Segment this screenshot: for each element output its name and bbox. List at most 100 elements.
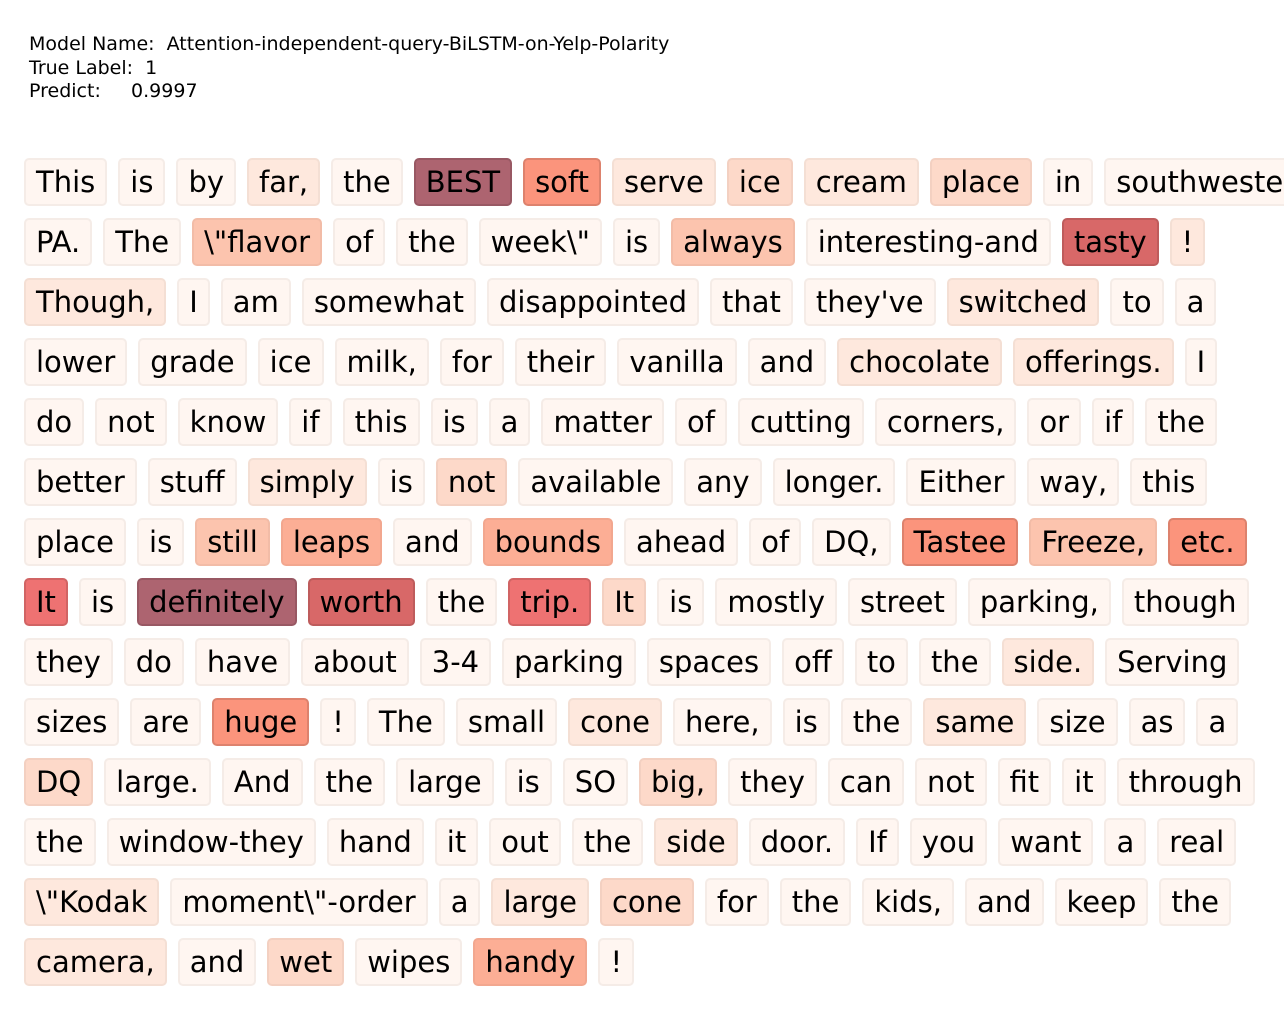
word-token: for xyxy=(439,338,504,386)
word-token: sizes xyxy=(24,698,120,746)
word-token: cone xyxy=(599,878,694,926)
word-token: I xyxy=(1184,338,1218,386)
word-token: milk, xyxy=(334,338,429,386)
word-token: This xyxy=(24,158,108,206)
word-token: they xyxy=(24,638,113,686)
model-name-value: Attention-independent-query-BiLSTM-on-Ye… xyxy=(166,33,670,55)
word-token: vanilla xyxy=(617,338,737,386)
word-token: is xyxy=(137,518,185,566)
word-token: If xyxy=(856,818,899,866)
word-token: trip. xyxy=(508,578,592,626)
word-token: in xyxy=(1042,158,1094,206)
word-token: off xyxy=(782,638,844,686)
word-token: is xyxy=(377,458,425,506)
word-token: for xyxy=(704,878,769,926)
word-token: of xyxy=(333,218,386,266)
word-token: and xyxy=(393,518,472,566)
word-token: BEST xyxy=(413,158,513,206)
word-token: keep xyxy=(1054,878,1149,926)
word-token: fit xyxy=(997,758,1052,806)
word-token: their xyxy=(514,338,607,386)
word-token: they've xyxy=(803,278,936,326)
word-token: place xyxy=(24,518,127,566)
word-token: DQ xyxy=(24,758,94,806)
word-token: The xyxy=(366,698,445,746)
word-token: size xyxy=(1037,698,1118,746)
word-token: to xyxy=(1110,278,1164,326)
word-token: mostly xyxy=(715,578,838,626)
word-token: moment\"-order xyxy=(170,878,428,926)
word-token: can xyxy=(827,758,904,806)
word-token: not xyxy=(435,458,508,506)
word-token: definitely xyxy=(137,578,297,626)
word-token: far, xyxy=(247,158,321,206)
word-token: Freeze, xyxy=(1029,518,1158,566)
word-token: offerings. xyxy=(1012,338,1174,386)
word-token: soft xyxy=(523,158,601,206)
text-line: place is still leaps and bounds ahead of DQ, Tast… xyxy=(24,518,1276,566)
word-token: 3-4 xyxy=(419,638,492,686)
word-token: matter xyxy=(541,398,664,446)
word-token: bounds xyxy=(482,518,614,566)
word-token: big, xyxy=(639,758,718,806)
word-token: street xyxy=(848,578,957,626)
word-token: about xyxy=(301,638,409,686)
word-token: a xyxy=(1174,278,1217,326)
word-token: the xyxy=(1159,878,1231,926)
text-line: camera, and wet wipes handy! xyxy=(24,938,1276,986)
word-token: etc. xyxy=(1168,518,1247,566)
word-token: the xyxy=(1145,398,1217,446)
word-token: am xyxy=(220,278,291,326)
word-token: wipes xyxy=(355,938,463,986)
text-line: do not know if this is a matter of cutting corners… xyxy=(24,398,1276,446)
model-name-row: Model Name: Attention-independent-query-… xyxy=(29,33,669,57)
word-token: real xyxy=(1157,818,1237,866)
word-token: disappointed xyxy=(487,278,699,326)
word-token: as xyxy=(1128,698,1186,746)
word-token: the xyxy=(24,818,96,866)
word-token: not xyxy=(95,398,167,446)
word-token: stuff xyxy=(147,458,237,506)
text-line: It is definitely worth the trip. It is mostly str… xyxy=(24,578,1276,626)
word-token: a xyxy=(438,878,481,926)
text-line: the window-they hand it out the side door. If you… xyxy=(24,818,1276,866)
word-token: know xyxy=(177,398,279,446)
word-token: any xyxy=(684,458,762,506)
word-token: and xyxy=(747,338,827,386)
word-token: a xyxy=(1196,698,1239,746)
predict-row: Predict: 0.9997 xyxy=(29,80,669,104)
word-token: they xyxy=(728,758,817,806)
word-token: that xyxy=(709,278,793,326)
word-token: It xyxy=(602,578,647,626)
word-token: though xyxy=(1121,578,1249,626)
text-line: lower grade ice milk, for their vanilla and choc… xyxy=(24,338,1276,386)
word-token: always xyxy=(671,218,795,266)
word-token: week\" xyxy=(478,218,602,266)
word-token: is xyxy=(782,698,830,746)
word-token: side. xyxy=(1001,638,1095,686)
word-token: ! xyxy=(598,938,635,986)
word-token: and xyxy=(964,878,1044,926)
word-token: ! xyxy=(320,698,356,746)
word-token: the xyxy=(313,758,386,806)
word-token: grade xyxy=(138,338,247,386)
word-token: have xyxy=(194,638,291,686)
word-token: this xyxy=(1130,458,1208,506)
word-token: is xyxy=(504,758,552,806)
word-token: are xyxy=(130,698,202,746)
word-token: camera, xyxy=(24,938,167,986)
word-token: out xyxy=(489,818,561,866)
word-token: the xyxy=(779,878,852,926)
text-line: DQ large. And the large is SO big, they can not fit… xyxy=(24,758,1276,806)
word-token: longer. xyxy=(772,458,896,506)
word-token: the xyxy=(425,578,498,626)
word-token: a xyxy=(1104,818,1147,866)
word-token: door. xyxy=(748,818,846,866)
word-token: parking, xyxy=(967,578,1111,626)
text-line: This is by far, the BEST soft serve ice cream plac… xyxy=(24,158,1284,206)
word-token: interesting-and xyxy=(805,218,1051,266)
word-token: Tastee xyxy=(901,518,1019,566)
text-line: they do have about 3-4 parking spaces off to the s… xyxy=(24,638,1276,686)
word-token: I xyxy=(177,278,210,326)
text-line: sizes are huge! The small cone here, is the same s… xyxy=(24,698,1276,746)
